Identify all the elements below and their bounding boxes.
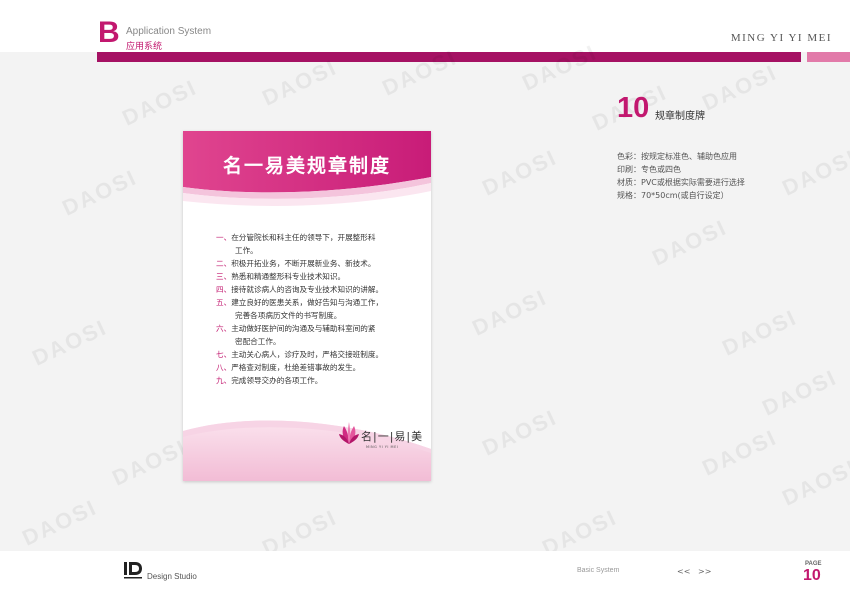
watermark-text: DAOSI bbox=[258, 54, 342, 111]
watermark-text: DAOSI bbox=[698, 59, 782, 116]
rule-number: 一、 bbox=[216, 233, 232, 242]
sign-board: 名一易美规章制度 一、在分管院长和科主任的领导下，开展整形科 工作。 二、积极开拓业… bbox=[183, 131, 431, 481]
rules-list: 一、在分管院长和科主任的领导下，开展整形科 工作。 二、积极开拓业务，不断开展新业务… bbox=[216, 231, 426, 387]
logo-wordmark: 名|一|易|美 bbox=[361, 430, 424, 443]
watermark-text: DAOSI bbox=[18, 494, 102, 551]
watermark-text: DAOSI bbox=[478, 144, 562, 201]
item-number: 10 bbox=[617, 92, 650, 124]
rule-item: 八、严格查对制度，杜绝差错事故的发生。 bbox=[216, 361, 426, 374]
rule-text: 严格查对制度，杜绝差错事故的发生。 bbox=[231, 363, 361, 372]
rule-number: 四、 bbox=[216, 285, 232, 294]
rule-text: 积极开拓业务，不断开展新业务、新技术。 bbox=[231, 259, 376, 268]
lotus-logo-icon bbox=[339, 422, 359, 444]
watermark-text: DAOSI bbox=[778, 144, 850, 201]
spec-line: 色彩：按规定标准色、辅助色应用 bbox=[617, 152, 737, 161]
rule-text: 建立良好的医患关系，做好告知与沟通工作， bbox=[231, 298, 384, 307]
watermark-text: DAOSI bbox=[478, 404, 562, 461]
section-letter: B bbox=[98, 16, 120, 49]
watermark-text: DAOSI bbox=[758, 364, 842, 421]
spec-line: 规格：70*50cm(或自行设定） bbox=[617, 191, 729, 200]
watermark-text: DAOSI bbox=[28, 314, 112, 371]
spec-line: 印刷：专色或四色 bbox=[617, 165, 681, 174]
rule-item: 四、接待就诊病人的咨询及专业技术知识的讲解。 bbox=[216, 283, 426, 296]
item-title: 规章制度牌 bbox=[655, 111, 705, 122]
studio-logo-icon bbox=[124, 562, 142, 579]
spec-list: 色彩：按规定标准色、辅助色应用 印刷：专色或四色材质：PVC或根据实际需要进行选择… bbox=[617, 150, 745, 202]
rule-item: 一、在分管院长和科主任的领导下，开展整形科工作。 bbox=[216, 231, 426, 257]
watermark-text: DAOSI bbox=[778, 454, 850, 511]
rule-item: 六、主动做好医护间的沟通及与辅助科室间的紧密配合工作。 bbox=[216, 322, 426, 348]
rule-number: 七、 bbox=[216, 350, 232, 359]
next-page-button[interactable]: >> bbox=[698, 567, 711, 576]
rule-text: 在分管院长和科主任的领导下，开展整形科 bbox=[231, 233, 376, 242]
watermark-text: DAOSI bbox=[718, 304, 802, 361]
section-title-zh: 应用系统 bbox=[126, 42, 163, 52]
brand-name: MING YI YI MEI bbox=[730, 32, 832, 44]
rule-number: 二、 bbox=[216, 259, 232, 268]
rule-number: 六、 bbox=[216, 324, 232, 333]
board-title: 名一易美规章制度 bbox=[222, 155, 391, 177]
rule-item: 五、建立良好的医患关系，做好告知与沟通工作， 完善各项病历文件的书写制度。 bbox=[216, 296, 426, 322]
rule-item: 七、主动关心病人，诊疗及时，严格交接班制度。 bbox=[216, 348, 426, 361]
watermark-text: DAOSI bbox=[118, 74, 202, 131]
rule-number: 九、 bbox=[216, 376, 232, 385]
watermark-text: DAOSI bbox=[648, 214, 732, 271]
watermark-text: DAOSI bbox=[468, 284, 552, 341]
rule-item: 三、熟悉和精通整形科专业技术知识。 bbox=[216, 270, 426, 283]
rule-item: 二、积极开拓业务，不断开展新业务、新技术。 bbox=[216, 257, 426, 270]
rule-text: 完成领导交办的各项工作。 bbox=[231, 376, 323, 385]
rule-text: 完善各项病历文件的书写制度。 bbox=[235, 311, 342, 320]
rule-text: 熟悉和精通整形科专业技术知识。 bbox=[231, 272, 346, 281]
header-bar-accent bbox=[807, 52, 850, 62]
watermark-text: DAOSI bbox=[58, 164, 142, 221]
rule-text: 主动关心病人，诊疗及时，严格交接班制度。 bbox=[231, 350, 384, 359]
rule-item: 九、完成领导交办的各项工作。 bbox=[216, 374, 426, 387]
section-title-en: Application System bbox=[126, 26, 212, 37]
studio-name: Design Studio bbox=[147, 572, 197, 581]
prev-page-button[interactable]: << bbox=[677, 567, 690, 576]
page-number: 10 bbox=[803, 567, 821, 584]
rule-text: 工作。 bbox=[235, 246, 258, 255]
watermark-text: DAOSI bbox=[698, 424, 782, 481]
rule-number: 三、 bbox=[216, 272, 232, 281]
rule-number: 五、 bbox=[216, 298, 232, 307]
rule-text: 密配合工作。 bbox=[235, 337, 281, 346]
rule-text: 接待就诊病人的咨询及专业技术知识的讲解。 bbox=[231, 285, 384, 294]
logo-subtitle: MING YI YI MEI bbox=[366, 445, 399, 449]
spec-line: 材质：PVC或根据实际需要进行选择 bbox=[617, 178, 745, 187]
rule-text: 主动做好医护间的沟通及与辅助科室间的紧 bbox=[231, 324, 376, 333]
footer-section-label: Basic System bbox=[577, 567, 620, 574]
rule-number: 八、 bbox=[216, 363, 232, 372]
watermark-text: DAOSI bbox=[108, 434, 192, 491]
